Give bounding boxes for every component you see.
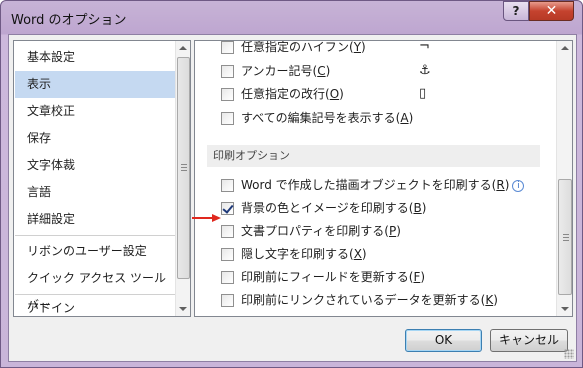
close-button[interactable]: ✕ [529, 1, 574, 21]
nav-item-save[interactable]: 保存 [15, 125, 175, 152]
nav-item-addins[interactable]: アドイン [15, 295, 175, 322]
options-scrollbar[interactable] [556, 41, 572, 316]
info-icon[interactable]: i [512, 180, 525, 192]
window-title: Word のオプション [11, 13, 127, 28]
nav-item-proofing[interactable]: 文章校正 [15, 98, 175, 125]
show-all-marks-checkbox[interactable] [221, 112, 234, 125]
nav-scroll-thumb[interactable] [177, 57, 190, 279]
nav-item-language[interactable]: 言語 [15, 179, 175, 206]
scroll-down-icon[interactable] [179, 307, 187, 311]
print-drawings-checkbox[interactable] [221, 179, 234, 192]
dialog-body: 基本設定 表示 文章校正 保存 文字体裁 言語 詳細設定 リボンのユーザー設定 … [8, 34, 577, 362]
nav-scrollbar[interactable] [175, 41, 190, 316]
annotation-arrow-icon [192, 214, 222, 222]
grip-line [563, 240, 569, 241]
nav-item-basic[interactable]: 基本設定 [15, 44, 175, 71]
nav-item-customize-ribbon[interactable]: リボンのユーザー設定 [15, 238, 175, 265]
print-options-header: 印刷オプション [207, 145, 540, 167]
ok-button[interactable]: OK [405, 329, 482, 352]
grip-line [181, 167, 187, 168]
nav-item-advanced[interactable]: 詳細設定 [15, 206, 175, 233]
update-fields-checkbox[interactable] [221, 271, 234, 284]
category-list: 基本設定 表示 文章校正 保存 文字体裁 言語 詳細設定 リボンのユーザー設定 … [13, 40, 191, 317]
title-bar[interactable]: Word のオプション ? ✕ [1, 1, 582, 34]
grip-line [181, 164, 187, 165]
nav-item-typography[interactable]: 文字体裁 [15, 152, 175, 179]
optional-hyphen-icon: ¬ [419, 40, 430, 54]
scroll-down-icon[interactable] [561, 307, 569, 311]
optional-hyphen-checkbox[interactable] [221, 41, 234, 54]
options-panel: 任意指定のハイフン(Y) ¬ アンカー記号(C) ⚓ 任意指定の改行(O) ▯ … [194, 40, 573, 317]
scroll-up-icon[interactable] [179, 46, 187, 50]
nav-item-quick-access-toolbar[interactable]: クイック アクセス ツール バー [15, 265, 175, 312]
optional-break-icon: ▯ [419, 86, 427, 101]
print-background-checkbox[interactable] [221, 202, 234, 215]
optional-break-checkbox[interactable] [221, 88, 234, 101]
update-linked-data-checkbox[interactable] [221, 294, 234, 307]
anchor-icon: ⚓ [419, 63, 431, 78]
grip-line [563, 234, 569, 235]
scroll-up-icon[interactable] [561, 46, 569, 50]
print-properties-checkbox[interactable] [221, 225, 234, 238]
cancel-button[interactable]: キャンセル [490, 329, 568, 352]
grip-line [181, 170, 187, 171]
options-dialog: Word のオプション ? ✕ 基本設定 表示 文章校正 保存 文字体裁 言語 … [0, 0, 583, 368]
help-button[interactable]: ? [503, 1, 529, 21]
print-hidden-text-checkbox[interactable] [221, 248, 234, 261]
anchor-checkbox[interactable] [221, 65, 234, 78]
grip-line [563, 237, 569, 238]
resize-grip-icon[interactable] [564, 349, 574, 359]
nav-item-display[interactable]: 表示 [15, 71, 175, 98]
options-scroll-thumb[interactable] [558, 179, 572, 295]
nav-divider [15, 235, 175, 236]
